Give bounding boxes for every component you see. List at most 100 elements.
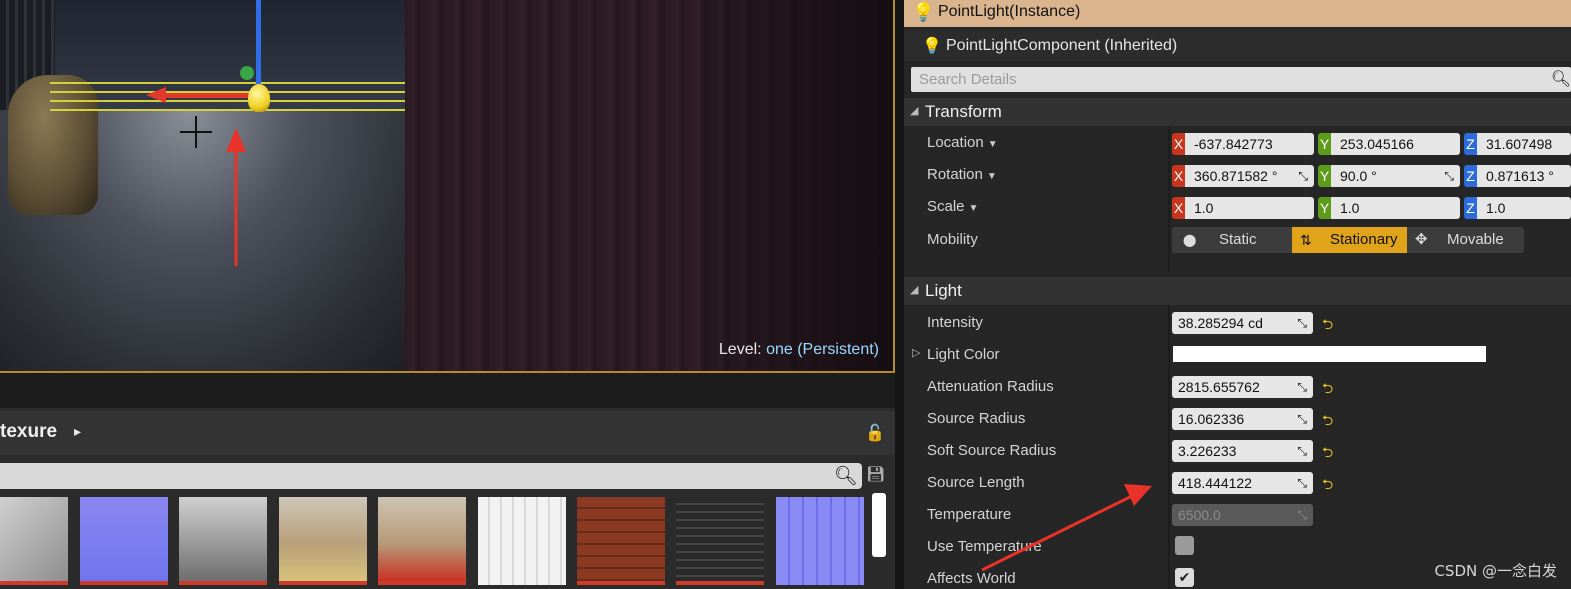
asset-thumbnail[interactable]	[0, 497, 68, 585]
use-temperature-checkbox[interactable]	[1175, 536, 1194, 555]
component-row[interactable]: 💡 PointLightComponent (Inherited)	[904, 31, 1571, 61]
spin-icon: ⤡	[1297, 444, 1307, 458]
affects-world-checkbox[interactable]: ✔	[1175, 568, 1194, 587]
column-separator[interactable]	[1168, 126, 1170, 272]
mobility-toggle[interactable]: ⬤ Static ⇅ Stationary ✥ Movable	[1172, 227, 1524, 253]
temperature-label: Temperature	[927, 506, 1012, 523]
viewport-container-shadow	[700, 0, 893, 371]
collapse-triangle-icon[interactable]: ◢	[910, 283, 918, 296]
y-axis-label: Y	[1318, 133, 1331, 155]
gizmo-y-axis[interactable]	[240, 66, 254, 80]
use-temperature-label: Use Temperature	[927, 538, 1042, 555]
search-icon[interactable]: 🔍︎	[834, 464, 858, 488]
expand-triangle-icon: ▷	[912, 347, 921, 359]
temperature-field: 6500.0 ⤡	[1172, 504, 1313, 526]
search-placeholder: Search Details	[919, 71, 1017, 88]
asset-grid	[0, 497, 870, 589]
transform-category[interactable]: ◢ Transform	[904, 98, 1571, 126]
location-z-field[interactable]: Z 31.607498	[1464, 133, 1571, 155]
asset-thumbnail[interactable]	[80, 497, 168, 585]
soft-source-label: Soft Source Radius	[927, 442, 1057, 459]
content-browser-gap	[0, 373, 895, 408]
asset-thumbnail[interactable]	[478, 497, 566, 585]
spin-icon: ⤡	[1297, 412, 1307, 426]
reset-icon[interactable]: ⮌	[1322, 410, 1333, 434]
asset-thumbnail[interactable]	[776, 497, 864, 585]
move-icon: ✥	[1415, 231, 1428, 248]
source-length-label: Source Length	[927, 474, 1025, 491]
attenuation-field[interactable]: 2815.655762 ⤡	[1172, 376, 1313, 398]
lightbulb-icon: 💡	[912, 2, 935, 22]
gizmo-x-axis[interactable]	[165, 93, 255, 98]
lightbulb-icon: 💡	[922, 38, 942, 55]
content-browser: texure ▸ 🔓 🔍︎ 💾︎	[0, 373, 895, 589]
light-category[interactable]: ◢ Light	[904, 277, 1571, 305]
spin-icon: ⤡	[1444, 169, 1454, 183]
chevron-down-icon: ▼	[987, 139, 998, 150]
folder-path[interactable]: texure	[0, 421, 57, 443]
crosshair-icon	[195, 116, 197, 148]
reset-icon[interactable]: ⮌	[1322, 442, 1333, 466]
gizmo-x-arrowhead[interactable]	[146, 87, 166, 103]
source-radius-field[interactable]: 16.062336 ⤡	[1172, 408, 1313, 430]
watermark: CSDN @一念白发	[1434, 562, 1557, 580]
source-length-field[interactable]: 418.444122 ⤡	[1172, 472, 1313, 494]
rotation-label[interactable]: Rotation ▼	[927, 166, 997, 183]
column-separator[interactable]	[1168, 305, 1170, 589]
light-radius-line	[50, 100, 405, 102]
light-header: Light	[925, 281, 962, 300]
spin-icon: ⤡	[1297, 380, 1307, 394]
static-icon: ⬤	[1183, 233, 1197, 247]
rotation-y-field[interactable]: Y 90.0 ° ⤡	[1318, 165, 1460, 187]
stationary-icon: ⇅	[1300, 232, 1312, 248]
component-name: PointLightComponent (Inherited)	[946, 37, 1178, 54]
details-panel: 💡 PointLight(Instance) 💡 PointLightCompo…	[904, 0, 1571, 589]
intensity-label: Intensity	[927, 314, 983, 331]
reset-icon[interactable]: ⮌	[1322, 474, 1333, 498]
scale-y-field[interactable]: Y 1.0	[1318, 197, 1460, 219]
asset-scrollbar[interactable]	[872, 493, 886, 557]
actor-title-bar[interactable]: 💡 PointLight(Instance)	[904, 0, 1571, 27]
scale-x-field[interactable]: X 1.0	[1172, 197, 1314, 219]
asset-thumbnail[interactable]	[676, 497, 764, 585]
light-color-swatch[interactable]	[1173, 346, 1486, 362]
light-color-label[interactable]: ▷ Light Color	[912, 346, 1000, 363]
location-label[interactable]: Location ▼	[927, 134, 998, 151]
z-axis-label: Z	[1464, 133, 1477, 155]
asset-thumbnail[interactable]	[279, 497, 367, 585]
gizmo-z-axis[interactable]	[256, 0, 261, 85]
save-icon[interactable]: 💾︎	[866, 465, 885, 483]
asset-thumbnail[interactable]	[577, 497, 665, 585]
level-viewport[interactable]: Level: one (Persistent)	[0, 0, 895, 373]
rotation-z-field[interactable]: Z 0.871613 °	[1464, 165, 1571, 187]
light-radius-line	[50, 82, 405, 84]
details-search-input[interactable]: Search Details 🔍︎	[911, 67, 1571, 92]
mobility-movable-button[interactable]: ✥ Movable	[1407, 227, 1524, 253]
rotation-x-field[interactable]: X 360.871582 ° ⤡	[1172, 165, 1314, 187]
reset-icon[interactable]: ⮌	[1322, 314, 1333, 338]
scale-label[interactable]: Scale ▼	[927, 198, 978, 215]
lock-icon[interactable]: 🔓	[865, 423, 885, 443]
spin-icon: ⤡	[1297, 508, 1307, 522]
point-light-icon[interactable]	[248, 84, 270, 112]
asset-search-input[interactable]: 🔍︎	[0, 463, 862, 489]
mobility-stationary-button[interactable]: ⇅ Stationary	[1292, 227, 1407, 253]
intensity-field[interactable]: 38.285294 cd ⤡	[1172, 312, 1313, 334]
collapse-triangle-icon[interactable]: ◢	[910, 104, 918, 117]
reset-icon[interactable]: ⮌	[1322, 378, 1333, 402]
search-icon[interactable]: 🔍︎	[1551, 69, 1571, 89]
spin-icon: ⤡	[1297, 476, 1307, 490]
viewport-sack	[8, 75, 98, 215]
asset-thumbnail[interactable]	[378, 497, 466, 585]
soft-source-field[interactable]: 3.226233 ⤡	[1172, 440, 1313, 462]
level-label: Level:	[718, 341, 762, 358]
location-x-field[interactable]: X -637.842773	[1172, 133, 1314, 155]
panel-divider[interactable]	[895, 0, 904, 589]
location-y-field[interactable]: Y 253.045166	[1318, 133, 1460, 155]
path-arrow-icon[interactable]: ▸	[74, 423, 81, 440]
scale-z-field[interactable]: Z 1.0	[1464, 197, 1571, 219]
asset-thumbnail[interactable]	[179, 497, 267, 585]
mobility-static-button[interactable]: ⬤ Static	[1172, 227, 1292, 253]
content-browser-header: texure ▸ 🔓	[0, 411, 895, 455]
spin-icon: ⤡	[1298, 169, 1308, 183]
